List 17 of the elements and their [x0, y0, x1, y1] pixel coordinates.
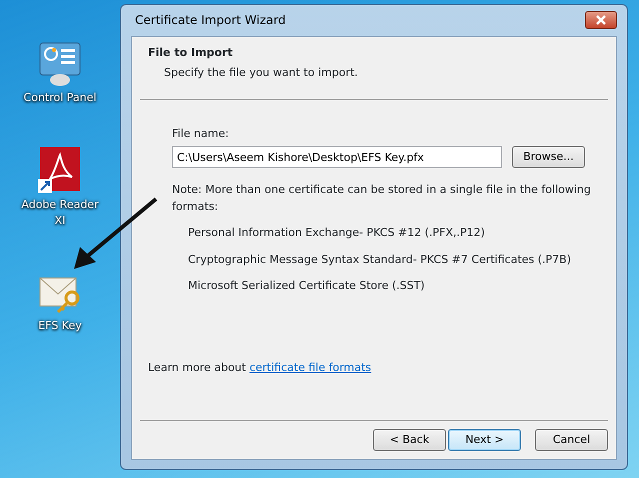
close-icon: [595, 14, 607, 25]
close-button[interactable]: [585, 11, 617, 30]
format-item: Microsoft Serialized Certificate Store (.SST): [188, 279, 425, 292]
link[interactable]: certificate file formats: [249, 360, 372, 374]
field-label: File name:: [172, 126, 229, 140]
window-title: Certificate Import Wizard: [134, 12, 286, 30]
note-text: Note: More than one certificate can be stored in a single file in the following formats:: [172, 183, 591, 213]
format-item: Personal Information Exchange- PKCS #12 (.PFX,.P12): [188, 226, 485, 240]
browse-button[interactable]: Browse...: [512, 146, 585, 168]
learn-more-text: Learn more about certificate file formats: [148, 360, 372, 374]
format-item: Cryptographic Message Syntax Standard- PKCS #7 Certificates (.P7B): [188, 252, 572, 266]
page-subtitle: Specify the file you want to import.: [164, 66, 358, 80]
dialog-button[interactable]: < Back: [373, 428, 446, 451]
dialog-button[interactable]: Next >: [448, 428, 521, 451]
dialog-button[interactable]: Cancel: [535, 428, 608, 451]
page-heading: File to Import: [148, 46, 233, 59]
file-name-field[interactable]: C:\Users\Aseem Kishore\Desktop\EFS Key.pfx: [172, 146, 502, 168]
